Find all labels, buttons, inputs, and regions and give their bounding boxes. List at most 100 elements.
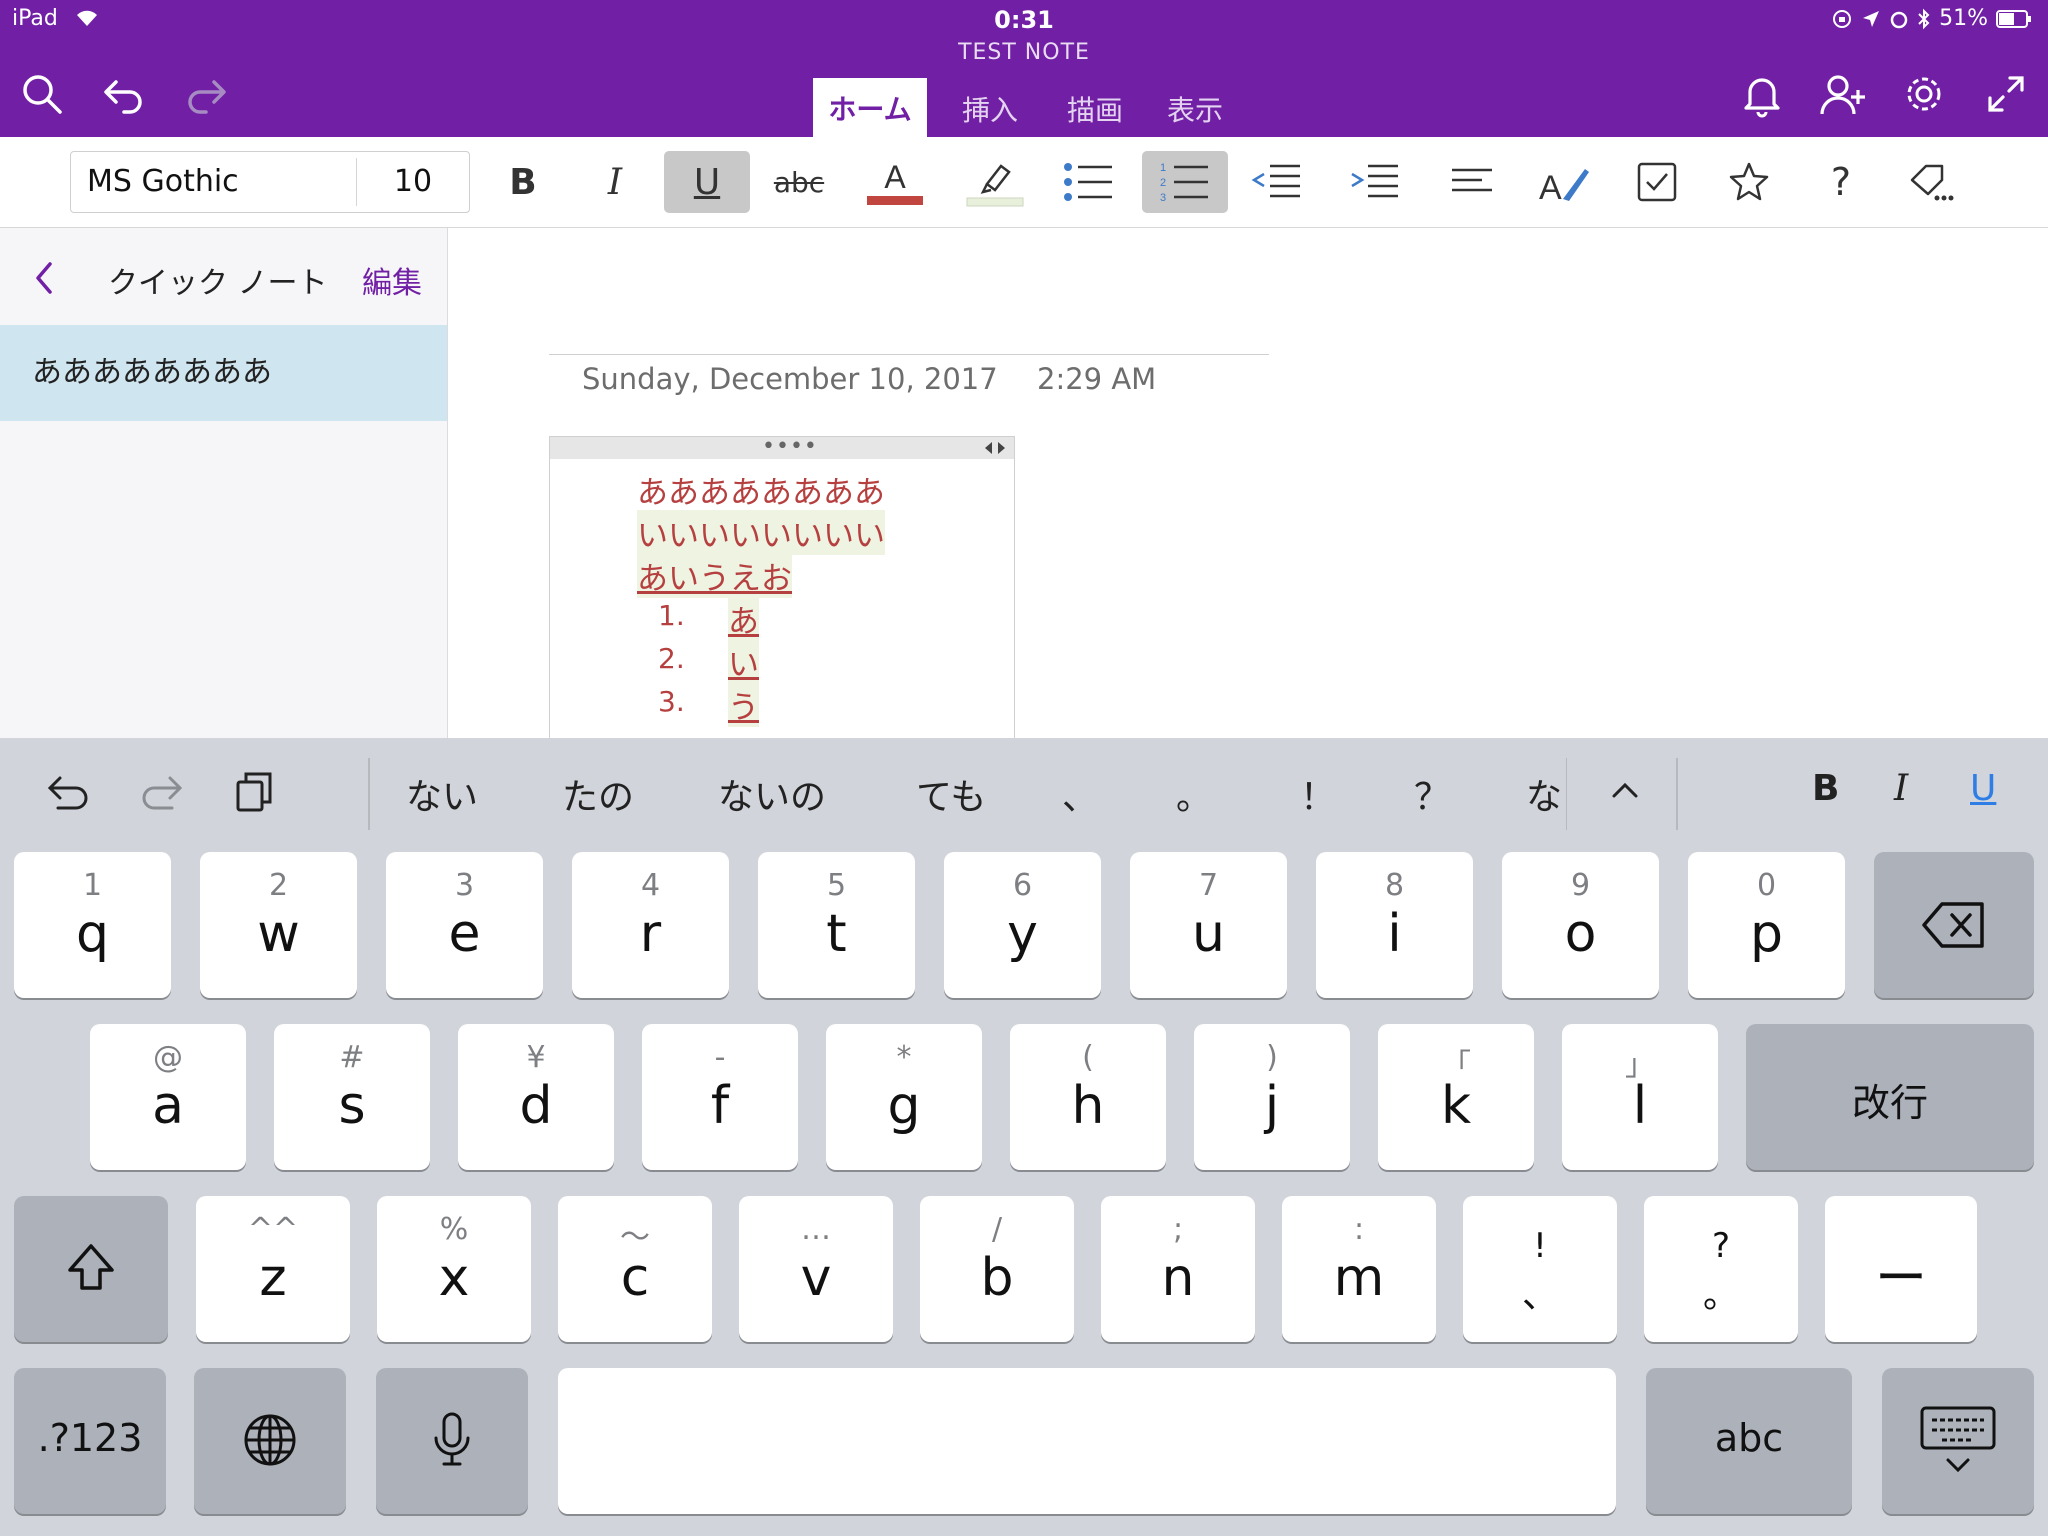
fullscreen-icon[interactable] [1982, 70, 2030, 118]
dismiss-keyboard-key[interactable] [1882, 1368, 2034, 1514]
key-q[interactable]: 1q [14, 852, 171, 998]
key-w[interactable]: 2w [200, 852, 357, 998]
font-color-button[interactable]: A [852, 151, 938, 213]
suggestion-item[interactable]: ないの [718, 768, 826, 820]
key-m[interactable]: :m [1282, 1196, 1436, 1342]
bullet-list-button[interactable] [1046, 151, 1132, 213]
important-tag-button[interactable] [1706, 151, 1792, 213]
key-n[interactable]: ; n [1101, 1196, 1255, 1342]
list-item[interactable]: う [728, 682, 759, 727]
expand-suggestions-icon[interactable] [1600, 766, 1650, 816]
return-key[interactable]: 改行 [1746, 1024, 2034, 1170]
undo-icon[interactable] [100, 70, 148, 118]
strikethrough-button[interactable]: abc [756, 151, 842, 213]
resize-arrows-icon[interactable] [980, 439, 1010, 457]
key-y[interactable]: 6y [944, 852, 1101, 998]
key-k[interactable]: 「k [1378, 1024, 1534, 1170]
page-list-item[interactable]: ああああああああ [0, 325, 447, 421]
bold-button[interactable]: B [480, 151, 566, 213]
note-canvas[interactable]: Sunday, December 10, 2017 2:29 AM •••• あ… [449, 228, 2048, 738]
styles-button[interactable]: A [1522, 151, 1608, 213]
highlight-button[interactable] [952, 151, 1038, 213]
edit-button[interactable]: 編集 [362, 258, 422, 302]
suggestion-item[interactable]: な [1526, 768, 1562, 820]
key-a[interactable]: @ a [90, 1024, 246, 1170]
space-key[interactable] [558, 1368, 1616, 1514]
note-container[interactable]: •••• ああああああああ いいいいいいいい あいうえお 1. あ 2. い 3… [549, 436, 1015, 738]
key-d[interactable]: ¥ d [458, 1024, 614, 1170]
kb-redo-icon[interactable] [136, 766, 186, 816]
note-line[interactable]: いいいいいいいい [637, 510, 885, 555]
key-s[interactable]: # s [274, 1024, 430, 1170]
font-picker[interactable]: MS Gothic 10 [70, 151, 470, 213]
outdent-button[interactable] [1234, 151, 1320, 213]
tab-view[interactable]: 表示 [1150, 80, 1240, 137]
tab-insert[interactable]: 挿入 [945, 80, 1035, 137]
key-h[interactable]: (h [1010, 1024, 1166, 1170]
indent-button[interactable] [1332, 151, 1418, 213]
numbers-key[interactable]: .?123 [14, 1368, 166, 1514]
note-line[interactable]: ああああああああ [637, 467, 885, 512]
suggestion-item[interactable]: ？ [1414, 768, 1450, 820]
drag-handle-dots[interactable]: •••• [762, 437, 818, 459]
suggestion-item[interactable]: ！ [1300, 768, 1336, 820]
italic-button[interactable]: I [572, 151, 658, 213]
suggestion-item[interactable]: ない [406, 768, 478, 820]
key-x[interactable]: % x [377, 1196, 531, 1342]
kb-paste-icon[interactable] [230, 766, 280, 816]
share-user-icon[interactable] [1818, 70, 1866, 118]
numbered-list-button[interactable]: 1 2 3 [1142, 151, 1228, 213]
backspace-key[interactable] [1874, 852, 2034, 998]
key-b[interactable]: / b [920, 1196, 1074, 1342]
font-size-field[interactable]: 10 [357, 152, 469, 212]
list-item[interactable]: あ [728, 596, 759, 641]
underline-button[interactable]: U [664, 151, 750, 213]
back-chevron-icon[interactable] [30, 258, 60, 298]
key-r[interactable]: 4r [572, 852, 729, 998]
key-f[interactable]: -f [642, 1024, 798, 1170]
key-o[interactable]: 9o [1502, 852, 1659, 998]
container-handle[interactable]: •••• [550, 437, 1014, 459]
kb-bold-button[interactable]: B [1812, 768, 1839, 809]
suggestion-item[interactable]: ても [916, 768, 986, 820]
tab-draw[interactable]: 描画 [1050, 80, 1140, 137]
search-icon[interactable] [18, 70, 66, 118]
key-e[interactable]: 3e [386, 852, 543, 998]
abc-key[interactable]: abc [1646, 1368, 1852, 1514]
globe-key[interactable] [194, 1368, 346, 1514]
key-c[interactable]: 〜 c [558, 1196, 712, 1342]
key-j[interactable]: ) j [1194, 1024, 1350, 1170]
microphone-key[interactable] [376, 1368, 528, 1514]
key-long-dash[interactable]: ー [1825, 1196, 1977, 1342]
kb-undo-icon[interactable] [44, 766, 94, 816]
key-v[interactable]: … v [739, 1196, 893, 1342]
align-button[interactable] [1430, 151, 1516, 213]
font-name-field[interactable]: MS Gothic [87, 152, 239, 212]
suggestion-divider [1676, 758, 1678, 830]
gear-icon[interactable] [1900, 70, 1948, 118]
font-color-icon: A [867, 159, 923, 205]
key-p[interactable]: 0p [1688, 852, 1845, 998]
kb-underline-button[interactable]: U [1970, 768, 1996, 809]
key-period[interactable]: ?。 [1644, 1196, 1798, 1342]
todo-tag-button[interactable] [1614, 151, 1700, 213]
question-tag-button[interactable]: ? [1798, 151, 1884, 213]
key-u[interactable]: 7u [1130, 852, 1287, 998]
note-line[interactable]: あいうえお [637, 553, 792, 598]
suggestion-item[interactable]: 。 [1176, 768, 1212, 820]
key-i[interactable]: 8i [1316, 852, 1473, 998]
key-t[interactable]: 5t [758, 852, 915, 998]
key-g[interactable]: * g [826, 1024, 982, 1170]
suggestion-item[interactable]: 、 [1062, 768, 1098, 820]
key-comma[interactable]: !、 [1463, 1196, 1617, 1342]
key-z[interactable]: ^^ z [196, 1196, 350, 1342]
redo-icon[interactable] [182, 70, 230, 118]
kb-italic-button[interactable]: I [1894, 768, 1908, 809]
suggestion-item[interactable]: たの [562, 768, 634, 820]
key-l[interactable]: 」 l [1562, 1024, 1718, 1170]
tab-home[interactable]: ホーム [813, 78, 927, 137]
list-item[interactable]: い [728, 639, 759, 684]
bell-icon[interactable] [1738, 70, 1786, 118]
more-tags-button[interactable] [1890, 151, 1976, 213]
shift-key[interactable] [14, 1196, 168, 1342]
